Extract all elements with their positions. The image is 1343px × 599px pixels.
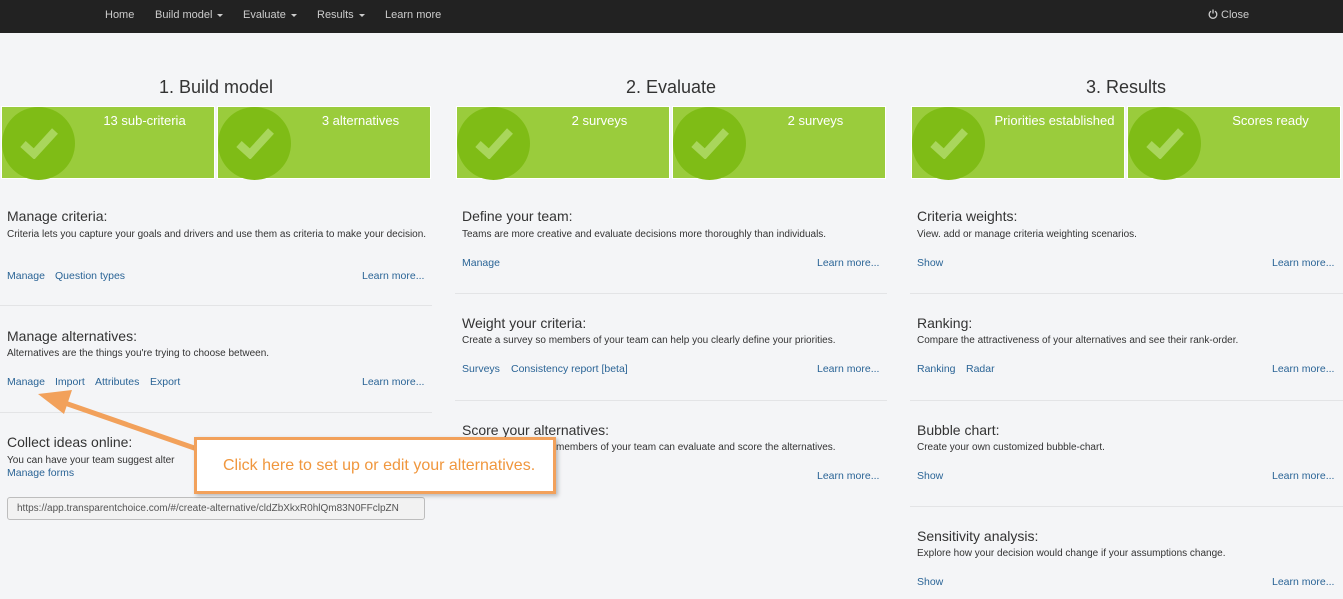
nav-build-model[interactable]: Build model — [155, 0, 224, 30]
nav-evaluate[interactable]: Evaluate — [243, 0, 297, 30]
section-title-manage-criteria: Manage criteria: — [7, 208, 108, 224]
nav-evaluate-label: Evaluate — [243, 9, 286, 21]
show-sensitivity-link[interactable]: Show — [917, 576, 943, 588]
status-tile-scores[interactable]: Scores ready — [1127, 106, 1341, 180]
divider — [455, 293, 887, 294]
check-icon — [912, 107, 985, 180]
chevron-down-icon — [290, 13, 297, 17]
learn-more-link[interactable]: Learn more... — [1272, 576, 1334, 588]
section-title-sensitivity-analysis: Sensitivity analysis: — [917, 528, 1039, 544]
section-title-define-team: Define your team: — [462, 208, 573, 224]
divider — [455, 400, 887, 401]
status-tile-sub-criteria[interactable]: 13 sub-criteria — [1, 106, 215, 180]
check-icon — [2, 107, 75, 180]
tile-label: Priorities established — [994, 113, 1115, 128]
export-link[interactable]: Export — [150, 376, 180, 388]
status-tile-priorities[interactable]: Priorities established — [911, 106, 1125, 180]
ranking-link[interactable]: Ranking — [917, 363, 956, 375]
divider — [910, 293, 1343, 294]
divider — [910, 400, 1343, 401]
share-url-field[interactable]: https://app.transparentchoice.com/#/crea… — [7, 497, 425, 520]
divider — [910, 506, 1343, 507]
chevron-down-icon — [358, 13, 365, 17]
tile-label: 13 sub-criteria — [103, 113, 186, 128]
nav-results-label: Results — [317, 9, 354, 21]
tile-label: 2 surveys — [787, 113, 844, 128]
power-icon — [1208, 9, 1218, 19]
learn-more-link[interactable]: Learn more... — [817, 470, 879, 482]
section-desc-criteria-weights: View. add or manage criteria weighting s… — [917, 229, 1137, 240]
learn-more-link[interactable]: Learn more... — [817, 363, 879, 375]
import-link[interactable]: Import — [55, 376, 85, 388]
nav-results[interactable]: Results — [317, 0, 365, 30]
learn-more-link[interactable]: Learn more... — [362, 376, 424, 388]
section-desc-manage-criteria: Criteria lets you capture your goals and… — [7, 229, 427, 240]
section-title-bubble-chart: Bubble chart: — [917, 422, 1000, 438]
radar-link[interactable]: Radar — [966, 363, 995, 375]
section-title-weight-criteria: Weight your criteria: — [462, 315, 587, 331]
surveys-link[interactable]: Surveys — [462, 363, 500, 375]
section-desc-manage-alternatives: Alternatives are the things you're tryin… — [7, 348, 270, 359]
close-label: Close — [1221, 9, 1250, 21]
check-icon — [673, 107, 746, 180]
nav-learn-more[interactable]: Learn more — [385, 0, 441, 30]
callout-tooltip: Click here to set up or edit your altern… — [194, 437, 556, 494]
learn-more-link[interactable]: Learn more... — [1272, 470, 1334, 482]
section-desc-sensitivity-analysis: Explore how your decision would change i… — [917, 548, 1226, 559]
column-title-results: 3. Results — [1085, 77, 1167, 97]
manage-team-link[interactable]: Manage — [462, 257, 500, 269]
status-tile-score-surveys[interactable]: 2 surveys — [672, 106, 886, 180]
manage-forms-link[interactable]: Manage forms — [7, 467, 74, 479]
section-desc-score-alternatives: members of your team can evaluate and sc… — [556, 442, 836, 453]
close-button[interactable]: Close — [1208, 0, 1249, 30]
top-navbar: Home Build model Evaluate Results Learn … — [0, 0, 1343, 33]
tile-label: 2 surveys — [571, 113, 628, 128]
section-title-ranking: Ranking: — [917, 315, 973, 331]
section-desc-bubble-chart: Create your own customized bubble-chart. — [917, 442, 1105, 453]
column-title-evaluate: 2. Evaluate — [625, 77, 717, 97]
nav-home[interactable]: Home — [105, 0, 134, 30]
question-types-link[interactable]: Question types — [55, 270, 125, 282]
section-title-manage-alternatives: Manage alternatives: — [7, 328, 137, 344]
divider — [0, 305, 432, 306]
manage-criteria-link[interactable]: Manage — [7, 270, 45, 282]
tile-label: 3 alternatives — [321, 113, 400, 128]
check-icon — [1128, 107, 1201, 180]
section-desc-define-team: Teams are more creative and evaluate dec… — [462, 229, 827, 240]
learn-more-link[interactable]: Learn more... — [1272, 363, 1334, 375]
section-desc-weight-criteria: Create a survey so members of your team … — [462, 335, 836, 346]
nav-build-model-label: Build model — [155, 9, 213, 21]
check-icon — [218, 107, 291, 180]
learn-more-link[interactable]: Learn more... — [1272, 257, 1334, 269]
tile-label: Scores ready — [1232, 113, 1309, 128]
chevron-down-icon — [217, 13, 224, 17]
status-tile-weight-surveys[interactable]: 2 surveys — [456, 106, 670, 180]
section-title-collect-ideas: Collect ideas online: — [7, 434, 133, 450]
show-weights-link[interactable]: Show — [917, 257, 943, 269]
column-title-build-model: 1. Build model — [158, 77, 274, 97]
section-title-score-alternatives: Score your alternatives: — [462, 422, 610, 438]
learn-more-link[interactable]: Learn more... — [362, 270, 424, 282]
attributes-link[interactable]: Attributes — [95, 376, 139, 388]
section-title-criteria-weights: Criteria weights: — [917, 208, 1018, 224]
consistency-report-link[interactable]: Consistency report [beta] — [511, 363, 628, 375]
learn-more-link[interactable]: Learn more... — [817, 257, 879, 269]
check-icon — [457, 107, 530, 180]
manage-alternatives-link[interactable]: Manage — [7, 376, 45, 388]
section-desc-collect-ideas: You can have your team suggest alter — [7, 455, 175, 466]
status-tile-alternatives[interactable]: 3 alternatives — [217, 106, 431, 180]
divider — [0, 412, 432, 413]
section-desc-ranking: Compare the attractiveness of your alter… — [917, 335, 1239, 346]
show-bubble-chart-link[interactable]: Show — [917, 470, 943, 482]
